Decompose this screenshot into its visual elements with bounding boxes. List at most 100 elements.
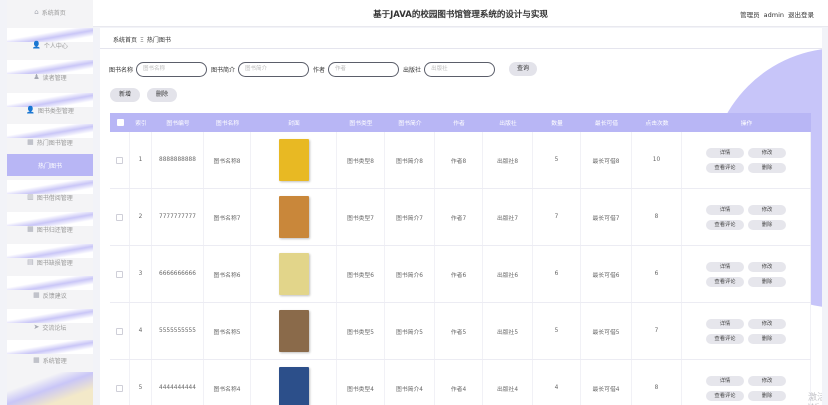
row-checkbox[interactable] bbox=[116, 156, 123, 164]
cell-index: 4 bbox=[130, 303, 152, 359]
column-header: 操作 bbox=[740, 121, 753, 127]
table-row: 3 6666666666 图书名称6 图书类型6 图书简介6 作者6 出版社6 6 最长可借6 6… bbox=[110, 246, 811, 303]
column-header: 图书简介 bbox=[398, 121, 422, 127]
cell-quantity: 5 bbox=[533, 132, 581, 188]
delete-row-button[interactable]: 删除 bbox=[748, 333, 786, 344]
column-header: 作者 bbox=[453, 121, 465, 127]
search-bar: 图书名称 图书名称 图书简介 图书简介 作者 作者 出版社 出版社 查询 bbox=[109, 61, 538, 77]
cell-operations: 详情 修改 查看评论 删除 bbox=[682, 360, 811, 405]
view-comments-button[interactable]: 查看评论 bbox=[706, 219, 744, 230]
cell-index: 1 bbox=[130, 132, 152, 188]
detail-button[interactable]: 详情 bbox=[706, 318, 744, 329]
cell-book-type: 图书类型4 bbox=[337, 360, 385, 405]
delete-row-button[interactable]: 删除 bbox=[748, 219, 786, 230]
sidebar-item-hot-books-manage[interactable]: ▦ 热门图书管理 bbox=[7, 131, 93, 153]
sidebar-item-label: 热门图书 bbox=[37, 162, 62, 170]
edit-button[interactable]: 修改 bbox=[748, 204, 786, 215]
edit-button[interactable]: 修改 bbox=[748, 147, 786, 158]
row-checkbox[interactable] bbox=[116, 213, 123, 221]
cell-book-code: 4444444444 bbox=[152, 360, 204, 405]
view-comments-button[interactable]: 查看评论 bbox=[706, 333, 744, 344]
cell-operations: 详情 修改 查看评论 删除 bbox=[682, 303, 811, 359]
cell-book-type: 图书类型8 bbox=[337, 132, 385, 188]
book-cover-image[interactable] bbox=[278, 139, 309, 181]
sidebar-item-hot-books[interactable]: 热门图书 bbox=[7, 154, 93, 176]
sidebar-item-system[interactable]: ▦ 系统管理 bbox=[7, 349, 93, 371]
user-area: 管理员 admin 退出登录 bbox=[736, 9, 814, 19]
publisher-input[interactable]: 出版社 bbox=[424, 61, 496, 77]
sidebar-item-return[interactable]: ▦ 图书归还管理 bbox=[7, 218, 93, 240]
table-row: 4 5555555555 图书名称5 图书类型5 图书简介5 作者5 出版社5 5 最长可借5 7… bbox=[110, 303, 811, 360]
books-table: 索引 图书编号 图书名称 封面 图书类型 图书简介 作者 出版社 数量 最长可借… bbox=[110, 113, 811, 405]
detail-button[interactable]: 详情 bbox=[706, 375, 744, 386]
book-name-input[interactable]: 图书名称 bbox=[136, 61, 208, 77]
row-checkbox[interactable] bbox=[116, 270, 123, 278]
row-actions: 详情 修改 查看评论 删除 bbox=[706, 204, 786, 230]
cell-book-type: 图书类型6 bbox=[337, 246, 385, 302]
select-all-cell bbox=[110, 113, 130, 132]
delete-button[interactable]: 删除 bbox=[147, 88, 177, 102]
edit-button[interactable]: 修改 bbox=[748, 261, 786, 272]
sidebar-item-profile[interactable]: 👤 个人中心 bbox=[7, 34, 93, 56]
column-header: 最长可借 bbox=[594, 121, 619, 127]
row-select-cell bbox=[110, 246, 130, 302]
edit-button[interactable]: 修改 bbox=[748, 318, 786, 329]
book-cover-image[interactable] bbox=[278, 310, 309, 352]
view-comments-button[interactable]: 查看评论 bbox=[706, 390, 744, 401]
view-comments-button[interactable]: 查看评论 bbox=[706, 276, 744, 287]
detail-button[interactable]: 详情 bbox=[706, 261, 744, 272]
user-role: 管理员 bbox=[740, 11, 760, 19]
row-checkbox[interactable] bbox=[116, 327, 123, 335]
cell-book-name: 图书名称4 bbox=[204, 360, 251, 405]
sidebar-item-readers[interactable]: ♟ 读者管理 bbox=[7, 66, 93, 88]
sidebar-item-feedback[interactable]: ▦ 反馈建议 bbox=[7, 284, 93, 306]
query-button[interactable]: 查询 bbox=[509, 62, 538, 76]
select-all-checkbox[interactable] bbox=[116, 119, 124, 126]
cell-cover bbox=[251, 246, 337, 302]
delete-row-button[interactable]: 删除 bbox=[748, 162, 786, 173]
author-input[interactable]: 作者 bbox=[328, 61, 400, 77]
row-checkbox[interactable] bbox=[116, 384, 123, 392]
edit-button[interactable]: 修改 bbox=[748, 375, 786, 386]
logout-link[interactable]: 退出登录 bbox=[788, 11, 814, 19]
sidebar-item-home[interactable]: ⌂ 系统首页 bbox=[7, 1, 93, 23]
app-window: ⌂ 系统首页 👤 个人中心 ♟ 读者管理 👤 图书类型管理 ▦ 热门图书管理 热门图书 ▥… bbox=[0, 0, 828, 405]
cell-clicks: 7 bbox=[632, 303, 682, 359]
column-header: 图书名称 bbox=[215, 121, 240, 127]
cell-book-code: 6666666666 bbox=[152, 246, 204, 302]
sidebar-item-label: 图书借阅管理 bbox=[36, 194, 73, 202]
book-cover-image[interactable] bbox=[278, 196, 309, 238]
sidebar-decoration bbox=[7, 372, 93, 405]
table-body: 1 8888888888 图书名称8 图书类型8 图书简介8 作者8 出版社8 5 最长可借8 1… bbox=[110, 132, 811, 405]
sidebar-item-damage[interactable]: ▤ 图书缺损管理 bbox=[7, 251, 93, 273]
column-header: 图书编号 bbox=[166, 121, 190, 127]
search-field-author: 作者 作者 bbox=[313, 61, 400, 77]
sidebar-item-borrow[interactable]: ▥ 图书借阅管理 bbox=[7, 186, 93, 208]
row-actions: 详情 修改 查看评论 删除 bbox=[706, 147, 786, 173]
table-header: 索引 图书编号 图书名称 封面 图书类型 图书简介 作者 出版社 数量 最长可借… bbox=[110, 113, 811, 132]
view-comments-button[interactable]: 查看评论 bbox=[706, 162, 744, 173]
book-cover-image[interactable] bbox=[278, 367, 309, 405]
cell-quantity: 4 bbox=[533, 360, 581, 405]
sidebar-item-forum[interactable]: ➤ 交流论坛 bbox=[7, 316, 93, 338]
book-cover-image[interactable] bbox=[278, 253, 309, 295]
cell-book-intro: 图书简介6 bbox=[385, 246, 435, 302]
delete-row-button[interactable]: 删除 bbox=[748, 390, 786, 401]
delete-row-button[interactable]: 删除 bbox=[748, 276, 786, 287]
cell-publisher: 出版社8 bbox=[483, 132, 533, 188]
breadcrumb-home[interactable]: 系统首页 bbox=[113, 37, 137, 44]
sidebar-item-label: 热门图书管理 bbox=[36, 139, 73, 147]
cell-max-borrow: 最长可借4 bbox=[581, 360, 632, 405]
username: admin bbox=[763, 11, 784, 19]
cell-book-intro: 图书简介5 bbox=[385, 303, 435, 359]
book-intro-input[interactable]: 图书简介 bbox=[238, 61, 310, 77]
detail-button[interactable]: 详情 bbox=[706, 204, 744, 215]
add-button[interactable]: 新增 bbox=[110, 88, 140, 102]
column-header: 封面 bbox=[288, 121, 300, 127]
detail-button[interactable]: 详情 bbox=[706, 147, 744, 158]
cell-author: 作者6 bbox=[435, 246, 483, 302]
table-row: 1 8888888888 图书名称8 图书类型8 图书简介8 作者8 出版社8 5 最长可借8 1… bbox=[110, 132, 811, 189]
cell-cover bbox=[251, 189, 337, 245]
cell-book-code: 7777777777 bbox=[152, 189, 204, 245]
sidebar-item-book-types[interactable]: 👤 图书类型管理 bbox=[7, 99, 93, 121]
